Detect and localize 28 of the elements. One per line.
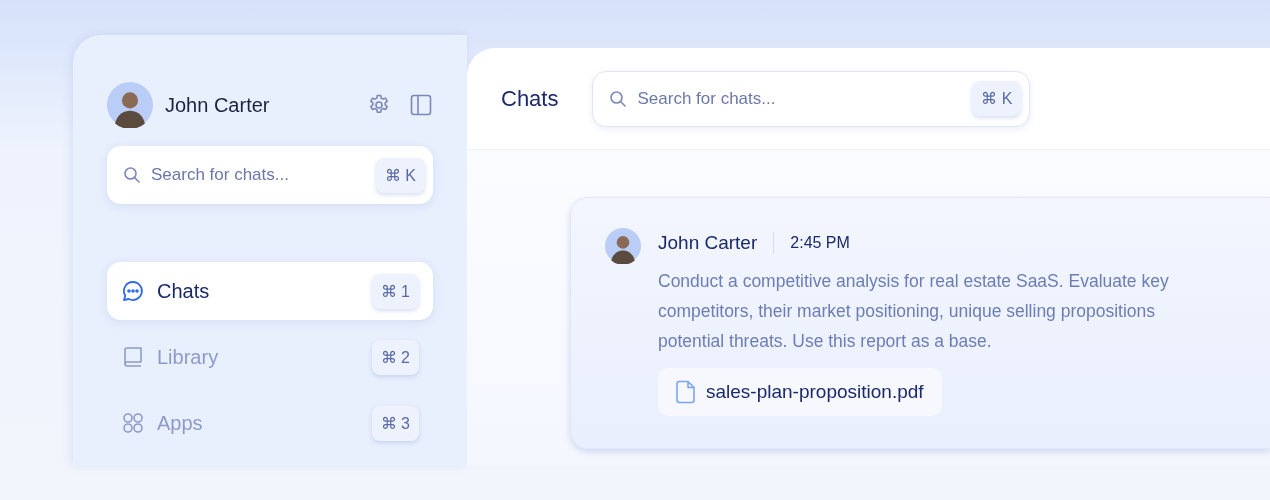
nav-item[interactable]: Library ⌘ 2 xyxy=(107,328,433,386)
search-input[interactable]: Search for chats... xyxy=(149,164,368,186)
shortcut-key: ⌘ K xyxy=(972,81,1022,116)
user-name: John Carter xyxy=(165,93,271,117)
chat-bubble-icon xyxy=(121,279,145,303)
search-input[interactable]: Search for chats... xyxy=(635,87,965,110)
search-field[interactable]: Search for chats... ⌘ K xyxy=(592,70,1031,127)
message-text: Conduct a competitive analysis for real estate SaaS. Evaluate key competitors, their market positioning, unique selling propositions potential threats. Use this report as a base. xyxy=(658,270,1169,353)
page-title: Chats xyxy=(501,85,559,112)
author-name: John Carter xyxy=(658,232,758,254)
avatar xyxy=(605,228,641,264)
nav-item[interactable]: Apps ⌘ 3 xyxy=(107,394,433,452)
file-attachment[interactable]: sales-plan-proposition.pdf xyxy=(658,368,942,416)
shortcut-key: ⌘ K xyxy=(375,157,425,193)
avatar xyxy=(107,82,153,128)
document-icon xyxy=(676,380,696,404)
search-icon xyxy=(123,166,141,184)
search-field[interactable]: Search for chats... ⌘ K xyxy=(107,146,433,204)
shortcut-key: ⌘ 3 xyxy=(371,405,419,441)
book-icon xyxy=(121,345,145,369)
sidebar-toggle-icon[interactable] xyxy=(409,93,433,117)
search-icon xyxy=(609,89,628,108)
apps-grid-icon xyxy=(121,411,145,435)
nav-item[interactable]: Chats ⌘ 1 xyxy=(107,262,433,320)
timestamp: 2:45 PM xyxy=(790,234,850,252)
shortcut-key: ⌘ 2 xyxy=(371,339,419,375)
shortcut-key: ⌘ 1 xyxy=(371,273,419,309)
file-name: sales-plan-proposition.pdf xyxy=(706,381,924,403)
